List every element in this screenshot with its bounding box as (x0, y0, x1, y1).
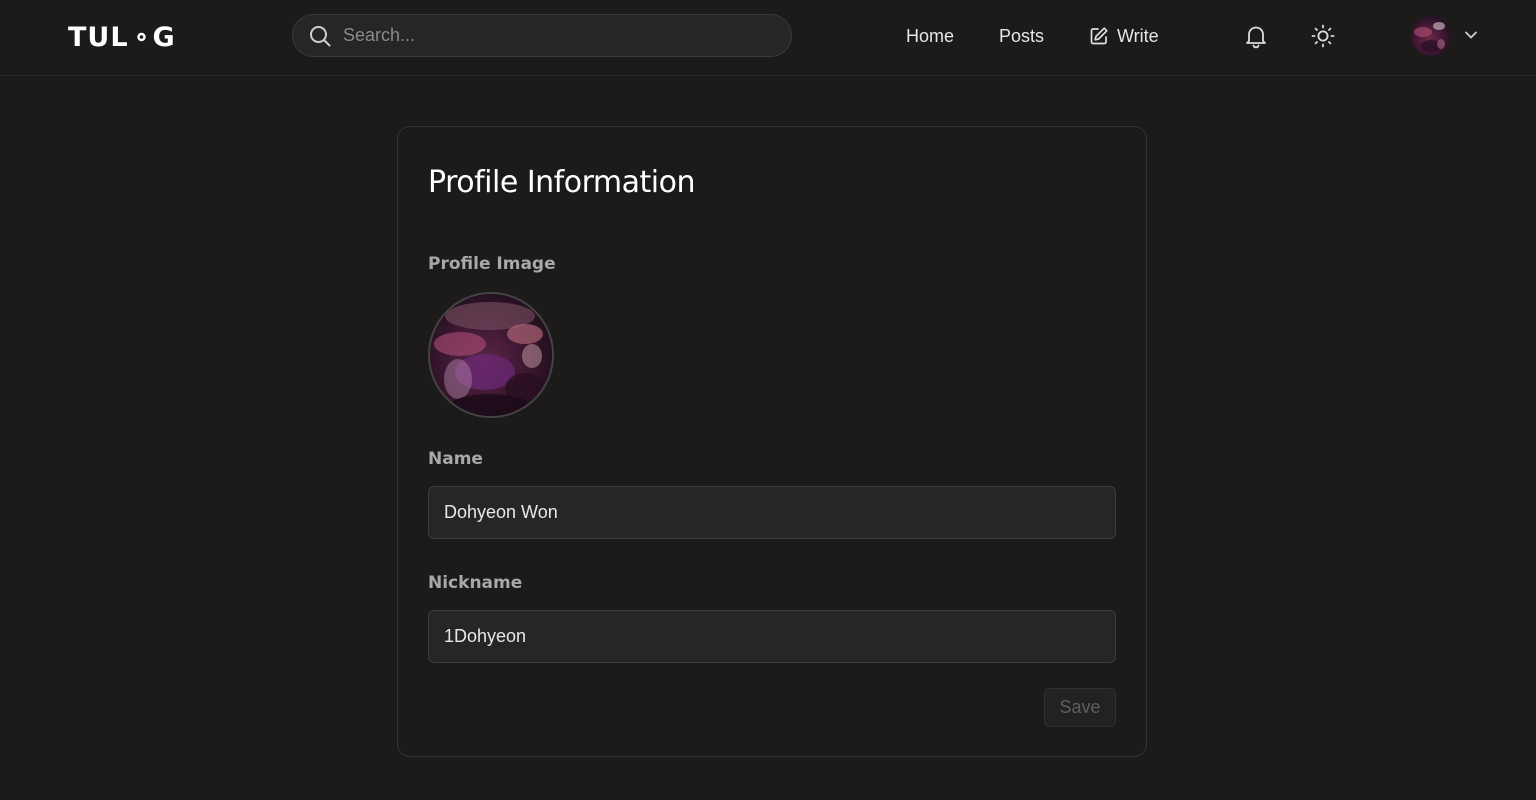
profile-image-picture (430, 294, 552, 416)
save-button-label: Save (1059, 697, 1101, 717)
profile-image-label: Profile Image (428, 254, 556, 274)
bell-icon[interactable] (1242, 22, 1270, 50)
logo-o-mark-icon (129, 26, 146, 48)
nav-posts-link[interactable]: Posts (999, 24, 1044, 48)
sun-icon[interactable] (1309, 22, 1337, 50)
search-icon (310, 26, 331, 47)
nickname-label: Nickname (428, 573, 523, 593)
top-navbar: TUL G Home Posts Write (0, 0, 1536, 76)
nav-write-label: Write (1117, 25, 1159, 46)
avatar-image (1411, 16, 1451, 56)
profile-image[interactable] (428, 292, 554, 418)
search-bar[interactable] (292, 14, 792, 57)
name-label: Name (428, 449, 483, 469)
edit-icon (1090, 27, 1108, 45)
nav-write-link[interactable]: Write (1089, 24, 1159, 48)
chevron-down-icon[interactable] (1462, 26, 1480, 44)
logo-text-end: G (152, 21, 176, 53)
nav-posts-label: Posts (999, 25, 1045, 46)
nav-home-label: Home (906, 25, 955, 46)
page-title: Profile Information (428, 165, 695, 200)
nickname-field[interactable] (428, 610, 1116, 663)
profile-card: Profile Information Profile Image Name N… (397, 126, 1147, 757)
logo-text-part: TUL (68, 21, 129, 53)
name-field[interactable] (428, 486, 1116, 539)
user-avatar[interactable] (1411, 16, 1451, 56)
nav-home-link[interactable]: Home (906, 24, 954, 48)
logo[interactable]: TUL G (68, 20, 176, 54)
search-input[interactable] (343, 15, 773, 56)
save-button[interactable]: Save (1044, 688, 1116, 727)
